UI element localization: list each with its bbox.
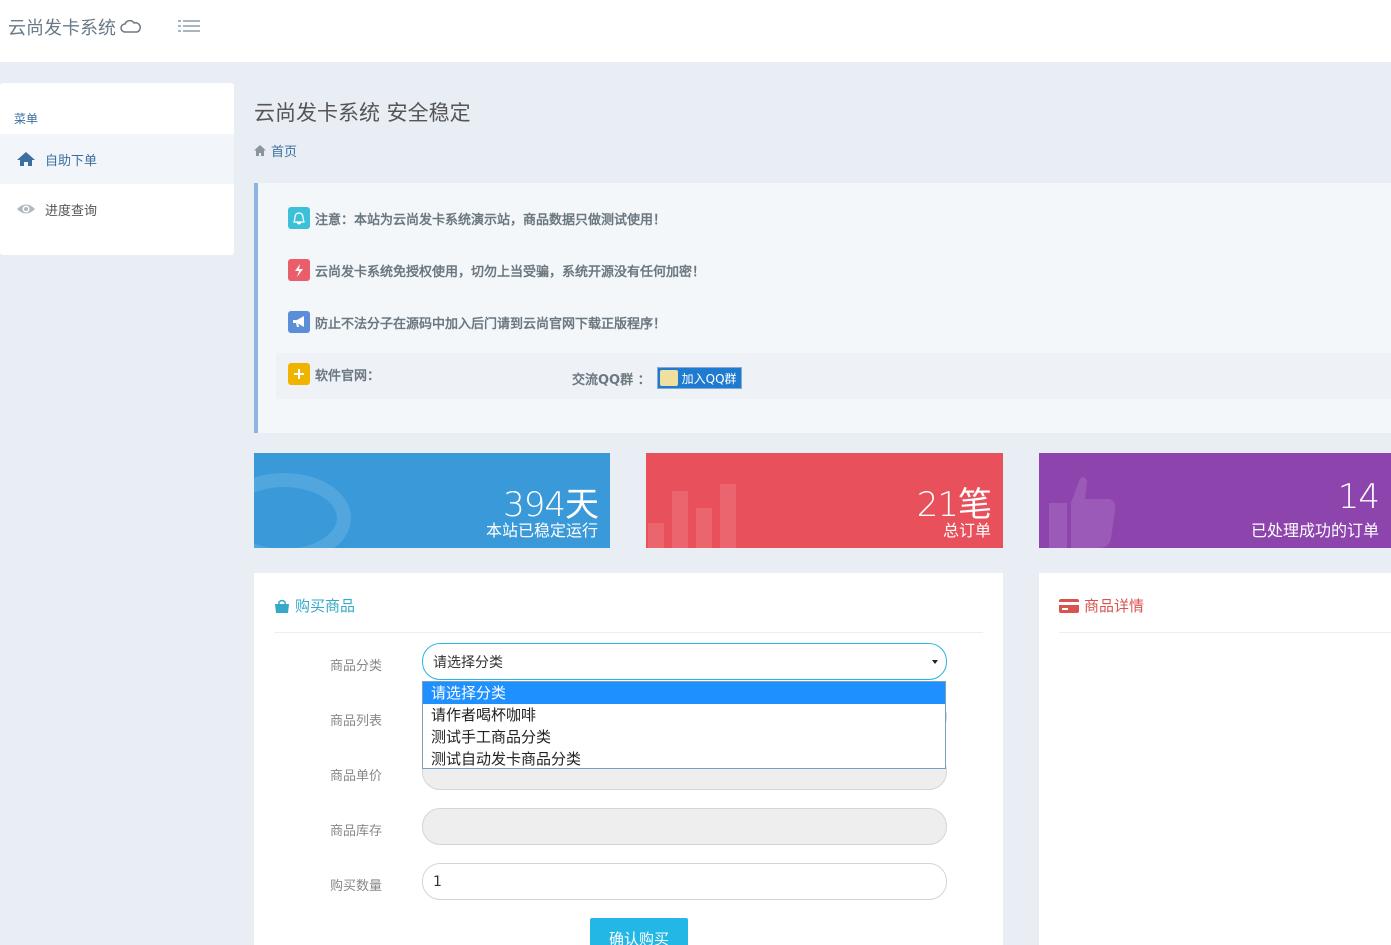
dropdown-option[interactable]: 请作者喝杯咖啡 <box>423 704 945 726</box>
website-label: 软件官网： <box>315 368 381 384</box>
detail-title: 商品详情 <box>1084 597 1145 615</box>
qq-label: 交流QQ群 ： <box>572 372 651 388</box>
dropdown-option[interactable]: 测试自动发卡商品分类 <box>423 748 945 770</box>
quantity-label: 购买数量 <box>330 879 383 894</box>
qq-group-icon <box>659 370 678 386</box>
stat-label: 总订单 <box>942 521 991 540</box>
notice-box: 注意：本站为云尚发卡系统演示站，商品数据只做测试使用！ 云尚发卡系统免授权使用，… <box>254 183 1391 433</box>
notice-line: 防止不法分子在源码中加入后门请到云尚官网下载正版程序！ <box>288 311 666 333</box>
top-navbar: 云尚发卡系统 <box>0 0 1391 62</box>
stat-label: 已处理成功的订单 <box>1250 521 1379 540</box>
notice-line: 注意：本站为云尚发卡系统演示站，商品数据只做测试使用！ <box>288 207 666 229</box>
cloud-icon <box>120 20 141 33</box>
breadcrumb-home[interactable]: 首页 <box>271 141 297 160</box>
sidebar-item-label: 进度查询 <box>45 203 98 219</box>
category-select[interactable]: 请选择分类 <box>422 643 947 680</box>
stock-field <box>422 808 947 845</box>
category-value: 请选择分类 <box>433 654 503 671</box>
sidebar: 菜单 自助下单 进度查询 <box>0 83 234 255</box>
sidebar-item-label: 自助下单 <box>45 153 98 169</box>
stat-value: 14 <box>1337 477 1380 517</box>
divider <box>1059 632 1391 633</box>
plus-icon <box>288 363 310 385</box>
page-title: 云尚发卡系统 安全稳定 <box>254 101 471 125</box>
join-qq-label: 加入QQ群 <box>681 371 737 386</box>
dropdown-option[interactable]: 请选择分类 <box>423 682 945 704</box>
stat-card-success: 14 已处理成功的订单 <box>1039 453 1391 548</box>
buy-title: 购买商品 <box>295 597 356 615</box>
list-menu-icon[interactable] <box>178 18 200 36</box>
divider <box>274 632 983 633</box>
shopping-bag-icon <box>275 599 289 613</box>
confirm-buy-button[interactable]: 确认购买 <box>590 918 688 945</box>
breadcrumb: 首页 <box>254 141 297 160</box>
sidebar-header: 菜单 <box>14 112 39 126</box>
join-qq-button[interactable]: 加入QQ群 <box>656 367 742 389</box>
price-label: 商品单价 <box>330 769 383 784</box>
brand[interactable]: 云尚发卡系统 <box>8 14 142 40</box>
stat-label: 本站已稳定运行 <box>485 521 598 540</box>
chevron-down-icon <box>932 660 938 664</box>
quantity-value: 1 <box>433 873 442 890</box>
brand-name: 云尚发卡系统 <box>8 18 116 39</box>
notice-strip <box>276 353 1391 399</box>
eye-icon <box>17 204 35 214</box>
product-list-label: 商品列表 <box>330 714 383 729</box>
home-icon <box>17 152 35 166</box>
sidebar-item-query[interactable]: 进度查询 <box>0 184 234 234</box>
quantity-input[interactable]: 1 <box>422 863 947 900</box>
qq-group-line: 交流QQ群 ： 加入QQ群 <box>572 367 742 389</box>
category-dropdown: 请选择分类 请作者喝杯咖啡 测试手工商品分类 测试自动发卡商品分类 <box>422 681 946 769</box>
bolt-icon <box>288 259 310 281</box>
megaphone-icon <box>288 311 310 333</box>
home-icon <box>254 145 266 156</box>
stat-card-orders: 21笔 总订单 <box>646 453 1003 548</box>
dropdown-option[interactable]: 测试手工商品分类 <box>423 726 945 748</box>
credit-card-icon <box>1059 598 1079 613</box>
category-label: 商品分类 <box>330 659 383 674</box>
detail-panel-title: 商品详情 <box>1059 595 1144 616</box>
notice-text: 注意：本站为云尚发卡系统演示站，商品数据只做测试使用！ <box>315 212 667 228</box>
stat-card-uptime: 394天 本站已稳定运行 <box>254 453 610 548</box>
buy-panel-title: 购买商品 <box>274 595 355 616</box>
bell-icon <box>288 207 310 229</box>
website-line: 软件官网： <box>288 363 380 385</box>
notice-line: 云尚发卡系统免授权使用，切勿上当受骗，系统开源没有任何加密！ <box>288 259 705 281</box>
sidebar-item-order[interactable]: 自助下单 <box>0 134 234 184</box>
notice-text: 云尚发卡系统免授权使用，切勿上当受骗，系统开源没有任何加密！ <box>315 264 706 280</box>
stock-label: 商品库存 <box>330 824 383 839</box>
detail-panel: 商品详情 <box>1039 573 1391 945</box>
notice-text: 防止不法分子在源码中加入后门请到云尚官网下载正版程序！ <box>315 316 667 332</box>
